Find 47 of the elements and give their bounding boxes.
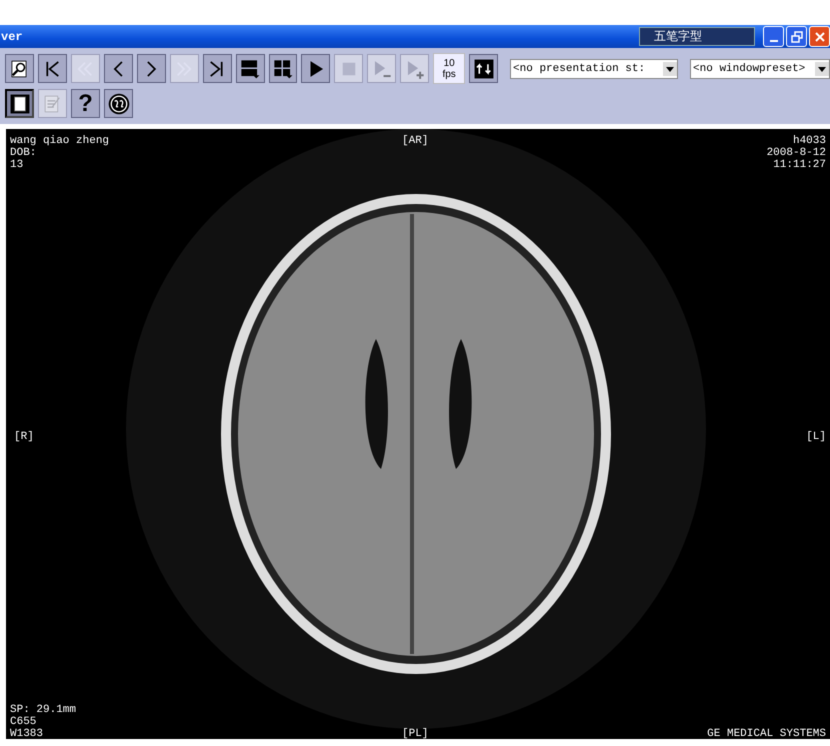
last-button[interactable] <box>202 54 232 83</box>
layout-grid-icon <box>272 58 294 80</box>
orientation-label: [PL] <box>402 728 428 739</box>
overlay-text: SP: 29.1mm <box>10 704 76 716</box>
overlay-text: DOB: <box>10 147 38 159</box>
swap-button[interactable] <box>469 54 498 83</box>
overlay-text: W1383 <box>10 728 44 739</box>
layout-rows-button[interactable] <box>236 54 264 83</box>
prev-button[interactable] <box>104 54 133 83</box>
film-button[interactable] <box>5 89 34 118</box>
film-icon <box>8 92 30 114</box>
first-button[interactable] <box>38 54 67 83</box>
orientation-label: [AR] <box>402 135 428 147</box>
layout-rows-icon <box>239 58 262 80</box>
dropdown[interactable]: <no windowpreset> <box>690 58 830 78</box>
next-button[interactable] <box>136 54 166 83</box>
ime-toolbar[interactable]: 五笔字型 <box>639 27 755 46</box>
help-button[interactable]: ? <box>71 89 100 118</box>
minimize-icon <box>770 40 778 42</box>
window-title: ver <box>0 30 23 44</box>
image-viewport[interactable]: wang qiao zheng DOB: 13 [AR] h4033 2008-8-12 11:11:27 [R] [L] SP: 29.1mm C655 W1383 [PL] GE MEDICAL SYSTEMS <box>3 126 830 739</box>
close-icon <box>814 30 826 42</box>
dropdown[interactable]: <no presentation st: <box>510 58 678 78</box>
overlay-text: 13 <box>10 159 24 171</box>
ime-label: 五笔字型 <box>654 28 702 45</box>
layout-grid-button[interactable] <box>268 54 298 83</box>
dropdown-value: <no presentation st: <box>512 62 646 74</box>
logo-icon <box>106 92 130 116</box>
play-button[interactable] <box>301 54 330 83</box>
orientation-label: [R] <box>14 431 34 443</box>
orientation-label: [L] <box>806 431 826 443</box>
dropdown-value: <no windowpreset> <box>692 62 806 74</box>
fps-button[interactable]: 10 fps <box>433 53 466 84</box>
overlay-text: h4033 <box>792 135 826 147</box>
close-button[interactable] <box>809 26 830 47</box>
overlay-text: wang qiao zheng <box>10 135 110 147</box>
overlay-text: 2008-8-12 <box>766 147 826 159</box>
logo-button[interactable] <box>104 89 133 118</box>
restore-icon <box>790 30 802 42</box>
swap-icon <box>472 58 495 80</box>
overlay-text: GE MEDICAL SYSTEMS <box>707 728 826 739</box>
minimize-button[interactable] <box>763 26 784 47</box>
question-mark: ? <box>78 92 93 116</box>
overlay-text: C655 <box>10 716 38 728</box>
restore-button[interactable] <box>786 26 807 47</box>
magnifier-button[interactable] <box>5 54 34 83</box>
overlay-text: 11:11:27 <box>773 159 826 171</box>
